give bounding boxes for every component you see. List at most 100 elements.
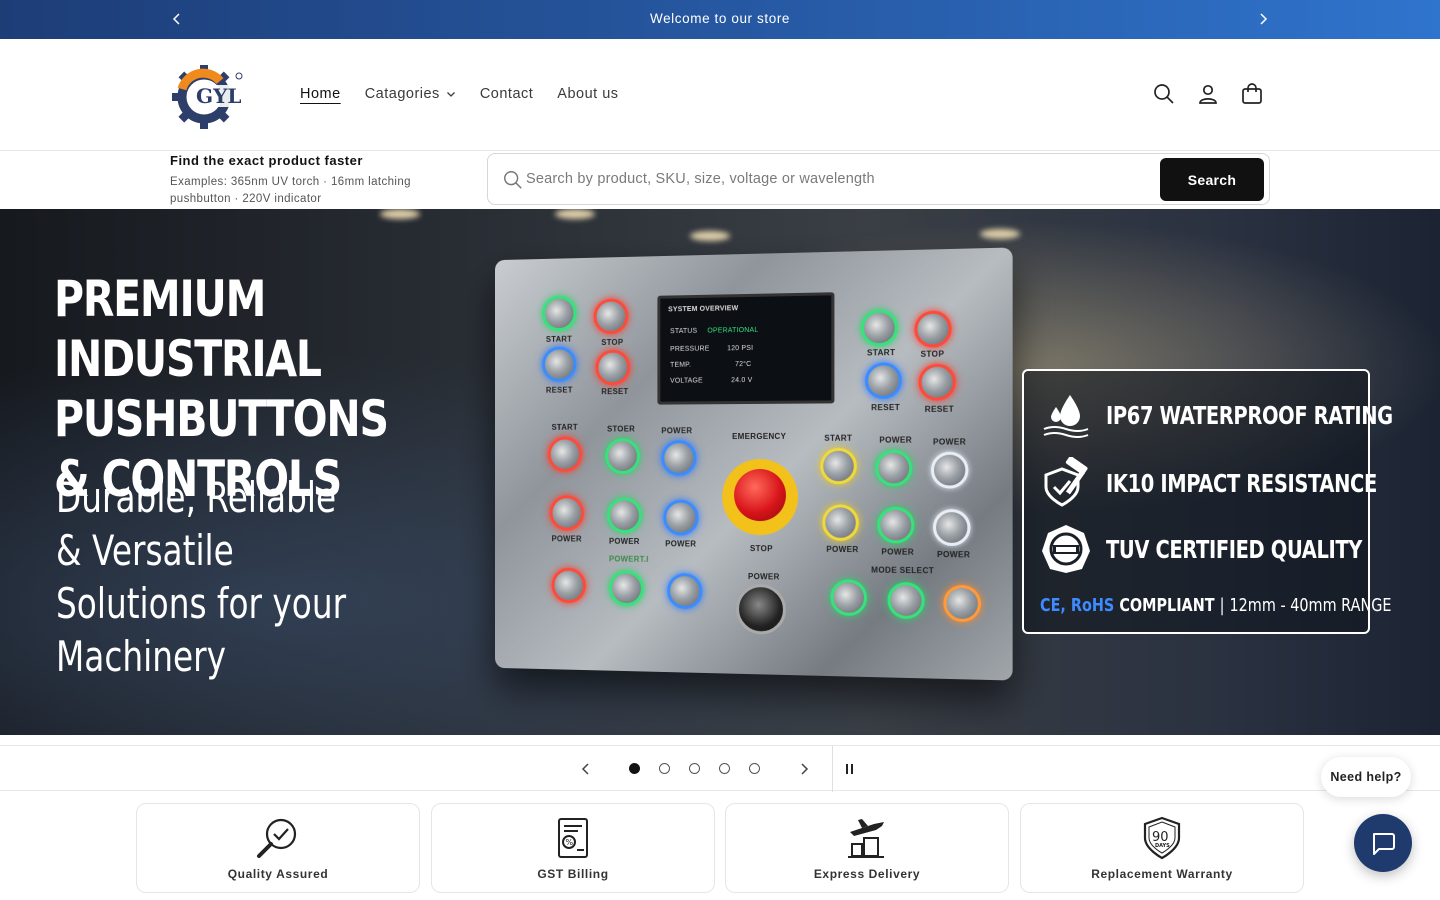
screen-value: 72°C [735, 360, 752, 369]
nav-item-home[interactable]: Home [300, 82, 341, 106]
compliance-highlight: CE, RoHS [1040, 595, 1115, 616]
panel-button [607, 497, 642, 534]
slide-dot-5[interactable] [749, 763, 760, 774]
main-nav: Home Catagories Contact About us [300, 82, 643, 106]
feature-item: IP67 WATERPROOF RATING [1040, 389, 1440, 441]
panel-label: STOER [607, 424, 635, 434]
slide-dot-3[interactable] [689, 763, 700, 774]
ceiling-light [380, 209, 420, 219]
search-bar: Search [487, 153, 1270, 205]
search-button[interactable]: Search [1160, 158, 1264, 201]
nav-item-about[interactable]: About us [557, 82, 618, 106]
svg-text:%: % [566, 838, 574, 847]
panel-label: RESET [601, 387, 629, 397]
panel-label: START [545, 334, 573, 344]
feature-highlights: IP67 WATERPROOF RATING IK10 IMPACT RESIS… [1022, 369, 1393, 634]
panel-label: START [824, 433, 853, 443]
divider [832, 746, 833, 792]
emergency-stop-button [722, 458, 799, 536]
search-section: Find the exact product faster Examples: … [0, 151, 1440, 209]
panel-button [608, 570, 644, 607]
account-button[interactable] [1196, 82, 1220, 106]
ceiling-light [980, 229, 1020, 239]
compliance-range: 12mm - 40mm RANGE [1229, 595, 1392, 616]
panel-button [918, 363, 956, 401]
hero-sub-line: Solutions for your [56, 579, 347, 628]
panel-button [830, 579, 868, 617]
slide-dot-2[interactable] [659, 763, 670, 774]
logo-text: GYL [196, 84, 241, 108]
compliance-word: COMPLIANT [1119, 595, 1215, 616]
panel-button [605, 438, 640, 474]
express-delivery-icon [848, 819, 884, 858]
panel-button [822, 504, 859, 542]
panel-button [551, 567, 586, 604]
feature-item: TUV CERTIFIED QUALITY [1040, 523, 1434, 575]
panel-label: STOP [749, 544, 773, 554]
slide-dot-4[interactable] [719, 763, 730, 774]
panel-button [593, 298, 629, 335]
panel-label: POWER [551, 534, 582, 544]
search-input[interactable] [526, 162, 1146, 196]
nav-item-label: Catagories [364, 86, 440, 102]
panel-label: POWER [665, 539, 697, 549]
panel-label: POWER [881, 547, 915, 557]
chat-bubble-icon [1373, 833, 1395, 855]
hero-banner[interactable]: PREMIUM INDUSTRIAL PUSHBUTTONS & CONTROL… [0, 209, 1440, 735]
nav-item-contact[interactable]: Contact [480, 82, 533, 106]
panel-label: START [551, 422, 578, 432]
trust-badge-delivery: Express Delivery [725, 803, 1009, 893]
slide-dot-1[interactable] [629, 763, 640, 774]
trust-badge-label: Express Delivery [813, 867, 921, 881]
need-help-bubble[interactable]: Need help? [1321, 757, 1411, 797]
slideshow-controls [0, 745, 1440, 792]
chat-launcher-button[interactable] [1354, 814, 1412, 872]
brand-logo[interactable]: GYL [170, 61, 250, 131]
panel-label: MODE SELECT [871, 565, 935, 576]
announcement-next-button[interactable] [1253, 9, 1273, 29]
announcement-bar: Welcome to our store [0, 0, 1440, 39]
hammer-shield-icon [1044, 457, 1088, 507]
water-drop-icon [1043, 395, 1089, 438]
slideshow-pause-button[interactable] [840, 759, 860, 779]
site-header: GYL Home Catagories Contact About us [0, 39, 1440, 151]
panel-button [943, 584, 982, 623]
panel-button [864, 362, 902, 400]
panel-button [875, 449, 913, 487]
slide-next-button[interactable] [794, 759, 814, 779]
control-panel-image: SYSTEM OVERVIEW STATUS OPERATIONAL PRESS… [495, 247, 1013, 681]
trust-badge-quality: Quality Assured [136, 803, 420, 893]
panel-button [877, 506, 915, 544]
trust-badge-label: GST Billing [537, 867, 609, 881]
account-icon [1199, 84, 1217, 104]
hero-headline-line: PUSHBUTTONS [54, 390, 389, 448]
panel-label: POWER [747, 572, 780, 582]
hero-headline-line: PREMIUM INDUSTRIAL [54, 270, 322, 388]
panel-label: POWER [932, 437, 967, 447]
panel-label: START [867, 348, 896, 358]
feature-text: TUV CERTIFIED QUALITY [1106, 534, 1363, 564]
panel-label: POWER [879, 435, 912, 445]
rotary-selector-switch [736, 583, 786, 635]
compliance-separator: | [1219, 595, 1225, 616]
panel-button [663, 499, 699, 536]
announcement-message: Welcome to our store [649, 11, 791, 26]
panel-button [914, 310, 952, 348]
nav-item-categories[interactable]: Catagories [365, 82, 456, 106]
hero-sub-line: Machinery [56, 632, 226, 681]
panel-button [667, 572, 703, 610]
panel-button [542, 295, 577, 332]
chevron-down-icon [446, 92, 455, 97]
search-icon [504, 171, 522, 189]
panel-button [595, 349, 631, 386]
panel-label: RESET [545, 385, 573, 395]
panel-label: POWERT.I [608, 554, 649, 564]
slide-prev-button[interactable] [576, 759, 596, 779]
panel-label: RESET [871, 402, 901, 413]
chevron-left-icon [581, 763, 589, 775]
header-search-button[interactable] [1152, 82, 1176, 106]
chevron-right-icon [801, 763, 809, 775]
trust-badge-label: Replacement Warranty [1091, 867, 1233, 881]
panel-button [661, 440, 697, 476]
cart-button[interactable] [1240, 82, 1264, 106]
